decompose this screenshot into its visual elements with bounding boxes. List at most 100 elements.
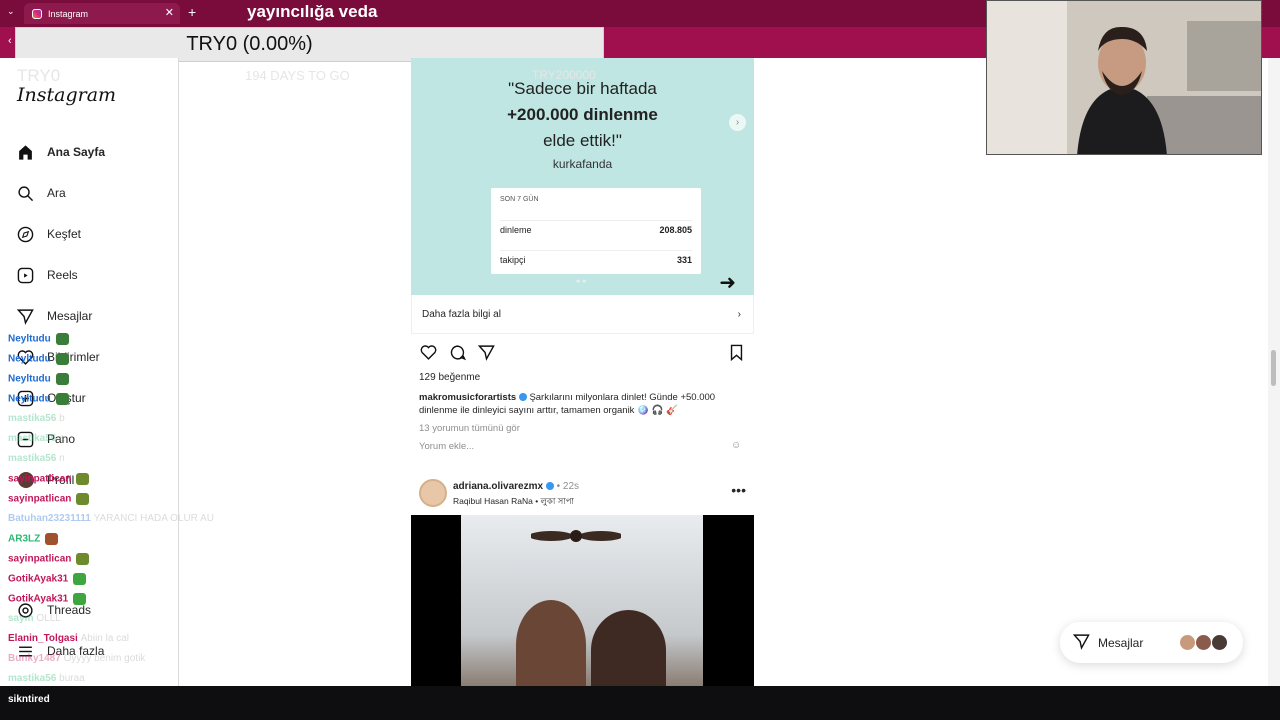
sidebar-item-label: Keşfet <box>47 227 82 241</box>
cta-label: Daha fazla bilgi al <box>422 308 501 320</box>
chat-username: AR3LZ <box>8 533 41 545</box>
chat-text: n <box>59 453 65 464</box>
post-author[interactable]: adriana.olivarezmx • 22s <box>453 481 579 492</box>
avatar <box>1195 634 1212 651</box>
chat-message: Neyltudu <box>8 353 69 365</box>
instagram-sidebar: Instagram Ana Sayfa Ara Keşfet Reels Mes… <box>0 58 179 686</box>
post-music[interactable]: Raqibul Hasan RaNa • লুকা সাপা <box>453 495 574 509</box>
learn-more-button[interactable]: Daha fazla bilgi al › <box>411 295 754 334</box>
chat-message: Neyltudu <box>8 393 69 405</box>
emote-icon <box>76 473 90 485</box>
chat-text: b <box>59 413 65 424</box>
streamer-webcam <box>986 0 1262 155</box>
chat-message: Neyltudu <box>8 333 69 345</box>
tab-title: Instagram <box>48 8 89 19</box>
instagram-favicon-icon <box>32 8 42 19</box>
stats-label: takipçi <box>500 255 526 265</box>
overlay-ghost-goal: TRY200000 <box>532 68 596 82</box>
post-time: • 22s <box>556 481 580 492</box>
post-header: adriana.olivarezmx • 22s Raqibul Hasan R… <box>419 479 746 509</box>
chat-username: sayinpatlican <box>8 493 72 505</box>
view-all-comments-link[interactable]: 13 yorumun tümünü gör <box>419 423 520 434</box>
emote-icon <box>73 573 87 585</box>
chat-username: Neyltudu <box>8 333 51 345</box>
chat-username: Elanin_Tolgasi <box>8 633 78 644</box>
chat-message: sayinpatlican <box>8 473 90 485</box>
chat-username: GotikAyak31 <box>8 573 69 585</box>
reel-video[interactable] <box>411 515 754 686</box>
carousel-next-icon[interactable]: › <box>729 114 746 131</box>
reels-icon <box>17 267 34 284</box>
browser-tab-instagram[interactable]: Instagram ✕ <box>24 3 180 24</box>
sidebar-item-home[interactable]: Ana Sayfa <box>17 140 105 164</box>
back-icon[interactable]: ‹ <box>8 35 12 47</box>
chat-message: AR3LZ <box>8 533 59 545</box>
chat-username: mastika56 <box>8 453 57 464</box>
sidebar-item-label: Ara <box>47 186 66 200</box>
chat-message: GotikAyak31 <box>8 573 87 585</box>
emote-icon <box>73 593 87 605</box>
messages-pill[interactable]: Mesajlar <box>1060 622 1243 663</box>
share-send-icon[interactable] <box>477 343 495 361</box>
comment-icon[interactable] <box>448 343 466 361</box>
chat-username: mastika56 <box>8 413 57 424</box>
chat-username: Neyltudu <box>8 353 51 365</box>
slide-quote: "Sadece bir haftada +200.000 dinlenme el… <box>411 76 754 154</box>
chat-message: sayinpatlican <box>8 493 90 505</box>
home-icon <box>17 144 34 161</box>
ticker-text: TRY0 (0.00%) <box>186 33 313 55</box>
add-comment-input[interactable]: Yorum ekle... <box>419 441 474 452</box>
more-options-icon[interactable]: ••• <box>731 482 746 498</box>
new-tab-button[interactable]: + <box>188 4 196 20</box>
donation-ticker-overlay: TRY0 (0.00%) <box>15 27 604 62</box>
chat-username: GotikAyak31 <box>8 593 69 605</box>
post-author-username[interactable]: adriana.olivarezmx <box>453 481 543 492</box>
caption-username[interactable]: makromusicforartists <box>419 392 516 403</box>
avatar <box>1211 634 1228 651</box>
quote-line-2: +200.000 dinlenme <box>507 105 658 124</box>
chat-message: mastika56 n <box>8 453 65 464</box>
stream-bottom-bar: sikntired <box>0 686 1280 720</box>
instagram-logo[interactable]: Instagram <box>17 84 116 106</box>
stats-row: takipçi 331 <box>500 250 692 265</box>
chat-username: sikntired <box>8 694 50 705</box>
chevron-right-icon: › <box>737 308 741 320</box>
chat-username: Neyltudu <box>8 393 51 405</box>
sponsored-post-carousel[interactable]: "Sadece bir haftada +200.000 dinlenme el… <box>411 58 754 295</box>
compass-icon <box>17 226 34 243</box>
sidebar-item-search[interactable]: Ara <box>17 181 66 205</box>
emoji-icon[interactable]: ☺ <box>731 440 741 451</box>
like-count[interactable]: 129 beğenme <box>419 372 480 383</box>
stats-header: SON 7 GÜN <box>500 196 539 203</box>
chat-message: Elanin_Tolgasi Abiin la cal <box>8 633 129 644</box>
webcam-feed-graphic <box>987 1 1261 154</box>
chat-message: mastika56 buraa <box>8 673 85 684</box>
post-caption: makromusicforartists Şarkılarını milyonl… <box>419 391 749 417</box>
bookmark-icon[interactable] <box>727 343 745 361</box>
scrollbar-thumb[interactable] <box>1271 350 1276 386</box>
avatar <box>1179 634 1196 651</box>
tab-list-chevron-icon[interactable]: ⌄ <box>7 6 15 17</box>
chat-username: sayın <box>8 613 34 624</box>
chat-message: Bunky1487 Oyyyy benim gotik <box>8 653 145 664</box>
tab-close-icon[interactable]: ✕ <box>165 6 174 19</box>
chat-text: OLLL <box>36 613 61 624</box>
sidebar-item-reels[interactable]: Reels <box>17 263 78 287</box>
stream-title: yayıncılığa veda <box>247 2 378 21</box>
arrow-swoosh-icon: ➜ <box>719 272 736 294</box>
person-left <box>516 600 586 686</box>
sidebar-item-explore[interactable]: Keşfet <box>17 222 81 246</box>
chat-text: a <box>59 433 65 444</box>
chat-text: buraa <box>59 673 85 684</box>
emote-icon <box>55 393 69 405</box>
chat-username: mastika56 <box>8 433 57 444</box>
send-icon <box>1072 633 1090 653</box>
chat-username: mastika56 <box>8 673 57 684</box>
overlay-ghost-amount: TRY0 <box>17 66 61 85</box>
like-heart-icon[interactable] <box>419 343 437 361</box>
avatar[interactable] <box>419 479 447 507</box>
page-scrollbar[interactable] <box>1268 58 1280 686</box>
ceiling-fan-graphic <box>531 530 621 542</box>
sidebar-item-messages[interactable]: Mesajlar <box>17 304 92 328</box>
stats-card: SON 7 GÜN dinleme 208.805 takipçi 331 <box>491 188 701 274</box>
